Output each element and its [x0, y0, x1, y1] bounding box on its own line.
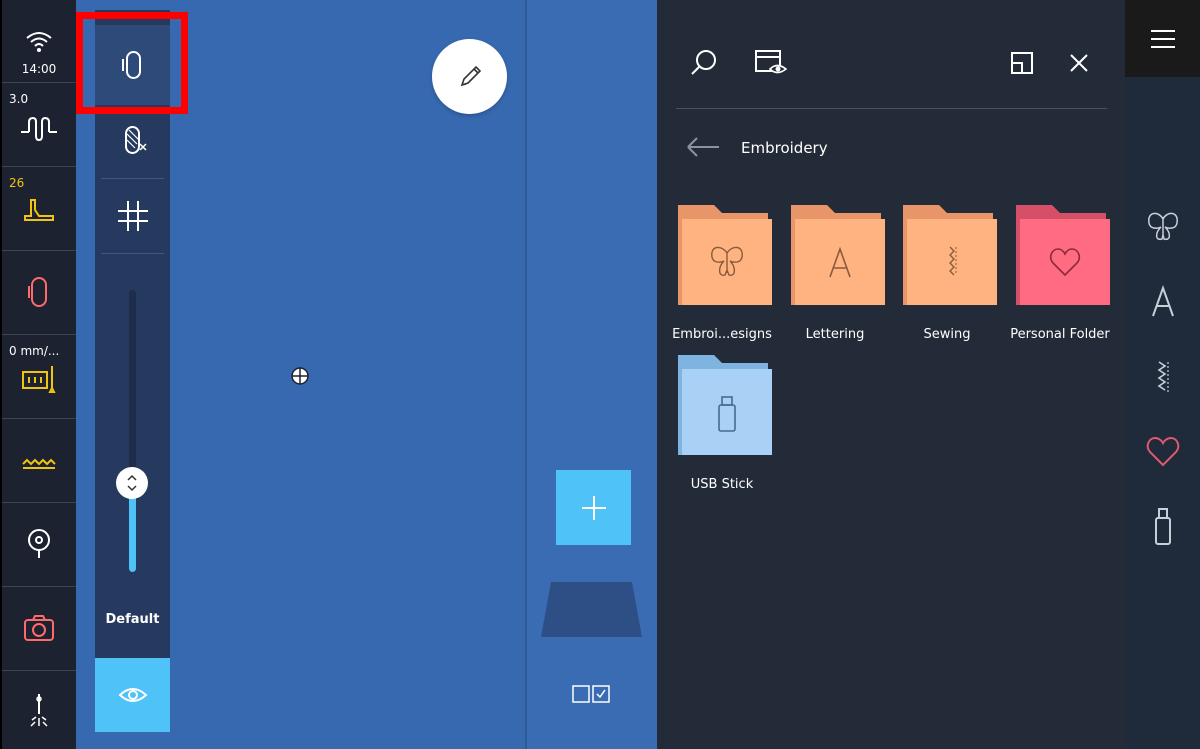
folder-lettering[interactable]: Lettering	[785, 205, 885, 355]
zoom-mode-label: Default	[105, 612, 160, 627]
feed-dog-icon	[22, 366, 56, 393]
zoom-slider-handle[interactable]	[116, 467, 148, 499]
rail-personal-button[interactable]	[1143, 432, 1183, 472]
window-resize-icon	[1011, 52, 1033, 74]
hamburger-icon	[1150, 29, 1175, 48]
hoop-status-cell[interactable]	[2, 252, 76, 335]
grid-icon	[117, 201, 148, 231]
edit-button[interactable]	[432, 39, 507, 114]
camera-icon	[24, 615, 54, 641]
folder-label: Sewing	[923, 327, 971, 342]
feed-value: 0 mm/...	[9, 344, 60, 358]
status-bar: 14:00 3.0 26 0 mm/...	[0, 0, 76, 749]
panel-divider	[676, 108, 1107, 109]
feed-cell[interactable]: 0 mm/...	[2, 336, 76, 419]
usb-icon	[1155, 508, 1171, 545]
add-design-button[interactable]	[556, 470, 631, 545]
folder-label: Personal Folder	[1010, 327, 1110, 342]
search-icon	[691, 50, 716, 75]
eye-icon	[118, 688, 147, 702]
hoop-cross-icon	[124, 126, 147, 154]
close-icon	[1070, 54, 1088, 72]
crosshair-icon[interactable]	[290, 366, 310, 386]
zigzag-stitch-icon	[22, 458, 56, 469]
preview-button[interactable]	[95, 658, 170, 732]
rail-lettering-button[interactable]	[1143, 282, 1183, 322]
search-button[interactable]	[685, 44, 723, 82]
menu-button[interactable]	[1125, 0, 1200, 77]
stitch-icon	[1157, 361, 1169, 392]
category-rail	[1125, 0, 1200, 749]
window-eye-icon	[755, 50, 788, 74]
select-design-icon[interactable]	[571, 683, 613, 705]
needle-cell[interactable]	[2, 672, 76, 749]
folder-label: USB Stick	[690, 477, 754, 492]
pencil-icon	[460, 65, 481, 86]
tool-divider	[101, 253, 164, 254]
preview-window-button[interactable]	[752, 44, 790, 82]
hoop-tools-column: Default	[95, 10, 170, 732]
back-arrow-icon[interactable]	[685, 132, 721, 162]
chevron-updown-icon	[127, 474, 137, 492]
heart-icon	[1146, 436, 1180, 467]
folder-usb-stick[interactable]: USB Stick	[672, 355, 772, 505]
grid-button[interactable]	[95, 176, 170, 256]
hoop-shape-icon	[541, 582, 642, 637]
clock-time: 14:00	[21, 62, 57, 76]
needle-light-icon	[30, 694, 48, 727]
stitch-width-icon	[21, 116, 57, 142]
breadcrumb: Embroidery	[741, 139, 828, 157]
close-button[interactable]	[1060, 44, 1098, 82]
hoop-icon	[28, 277, 47, 307]
folder-icon	[678, 205, 772, 305]
bobbin-icon	[28, 529, 50, 558]
folder-personal[interactable]: Personal Folder	[1010, 205, 1110, 355]
stitch-width-value: 3.0	[9, 92, 29, 106]
letter-a-icon	[1152, 285, 1174, 317]
stitch-width-cell[interactable]: 3.0	[2, 84, 76, 167]
folder-sewing[interactable]: Sewing	[897, 205, 997, 355]
file-browser-panel: Embroidery Embroi...esigns Lettering Sew…	[657, 0, 1125, 749]
wifi-time-cell[interactable]: 14:00	[2, 0, 76, 83]
rail-usb-button[interactable]	[1143, 506, 1183, 546]
highlight-box	[76, 12, 188, 114]
wifi-icon	[26, 32, 52, 52]
folder-label: Lettering	[805, 327, 865, 342]
plus-icon	[581, 495, 606, 520]
presser-foot-icon	[24, 199, 54, 221]
folder-embroidery-designs[interactable]: Embroi...esigns	[672, 205, 772, 355]
folder-icon	[791, 205, 885, 305]
folder-label: Embroi...esigns	[672, 327, 772, 342]
folder-icon	[678, 355, 772, 455]
camera-cell[interactable]	[2, 588, 76, 671]
folder-icon	[1016, 205, 1110, 305]
bobbin-cell[interactable]	[2, 504, 76, 587]
butterfly-icon	[1148, 212, 1178, 241]
stitch-length-value: 26	[9, 176, 25, 190]
rail-embroidery-button[interactable]	[1143, 205, 1183, 245]
thread-tension-cell[interactable]	[2, 420, 76, 503]
design-strip	[525, 0, 657, 749]
window-toggle-button[interactable]	[1003, 44, 1041, 82]
rail-sewing-button[interactable]	[1143, 357, 1183, 397]
folder-icon	[903, 205, 997, 305]
presser-foot-cell[interactable]: 26	[2, 168, 76, 251]
